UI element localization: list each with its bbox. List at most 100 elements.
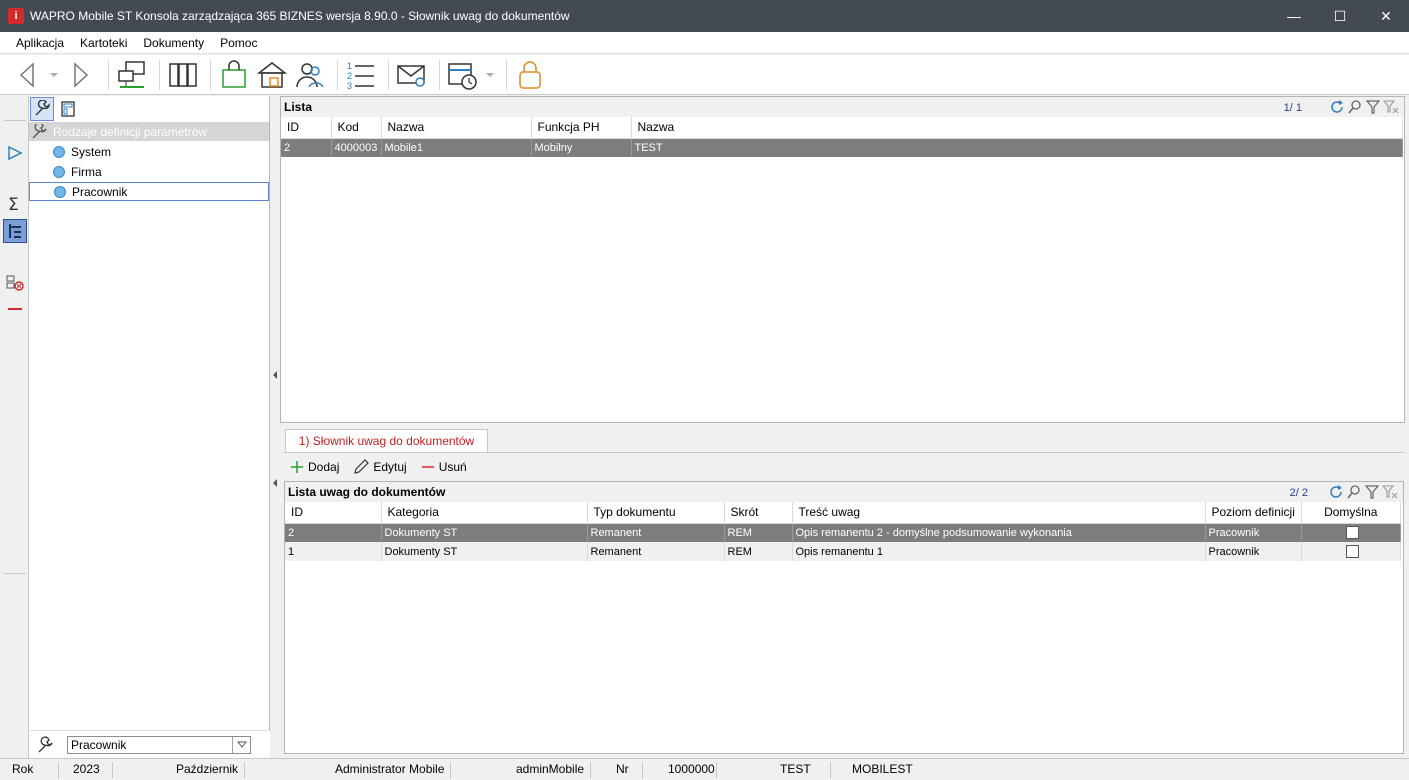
status-year-label: Rok [12,762,34,776]
refresh-icon[interactable] [1327,483,1345,501]
menu-bar: Aplikacja Kartoteki Dokumenty Pomoc [0,32,1409,54]
tab-slownik-uwag[interactable]: 1) Słownik uwag do dokumentów [285,429,488,452]
minus-icon [421,460,435,474]
circle-icon [53,165,65,178]
tab-calculator[interactable] [56,97,80,121]
window-title: WAPRO Mobile ST Konsola zarządzająca 365… [30,9,570,23]
column-header[interactable]: Treść uwag [792,502,1206,524]
svg-text:1: 1 [347,61,352,71]
maximize-button[interactable]: ☐ [1317,0,1363,32]
definition-level-select[interactable]: Pracownik [67,735,251,754]
tree-item-system[interactable]: System [29,142,269,161]
status-month: Październik [176,762,239,776]
column-header[interactable]: ID [281,117,332,139]
detail-tabs: 1) Słownik uwag do dokumentów [280,423,1405,452]
column-header[interactable]: Nazwa [381,117,532,139]
play-icon[interactable] [6,144,24,165]
panel-splitter[interactable] [270,96,280,758]
default-checkbox[interactable]: ✔ [1345,526,1359,540]
column-header[interactable]: Typ dokumentu [587,502,725,524]
upper-list-title: Lista [284,100,313,114]
users-icon[interactable] [293,58,327,92]
status-user: Administrator Mobile [335,762,445,776]
tree-root[interactable]: Rodzaje definicji parametrów [29,122,269,141]
menu-kartoteki[interactable]: Kartoteki [72,32,135,54]
tree-view-icon[interactable] [3,219,27,243]
tree-item-firma[interactable]: Firma [29,162,269,181]
warehouse-icon[interactable] [255,58,289,92]
circle-icon [54,185,66,198]
status-year: 2023 [73,762,100,776]
network-icon[interactable] [115,58,149,92]
menu-pomoc[interactable]: Pomoc [212,32,265,54]
menu-dokumenty[interactable]: Dokumenty [135,32,212,54]
calendar-clock-icon[interactable] [446,58,480,92]
collapse-left-icon[interactable] [273,368,277,379]
search-icon[interactable] [1345,483,1363,501]
add-button[interactable]: Dodaj [290,460,339,474]
close-button[interactable]: ✕ [1363,0,1409,32]
title-bar: i WAPRO Mobile ST Konsola zarządzająca 3… [0,0,1409,32]
back-arrow-icon[interactable] [10,58,44,92]
svg-text:2: 2 [347,71,352,81]
toolbar: 123 [0,55,1409,95]
column-header[interactable]: Kategoria [381,502,588,524]
column-header[interactable]: Skrót [724,502,793,524]
lower-list-table: ID Kategoria Typ dokumentu Skrót Treść u… [285,502,1401,561]
left-panel: Rodzaje definicji parametrów System Firm… [29,96,270,758]
clear-filter-icon[interactable] [1381,483,1399,501]
column-header[interactable]: Nazwa [631,117,1403,139]
menu-aplikacja[interactable]: Aplikacja [8,32,72,54]
shopping-bag-icon[interactable] [217,58,251,92]
record-counter: 2/ 2 [1289,487,1308,499]
calendar-dropdown-icon[interactable] [484,58,496,92]
column-header[interactable]: ID [285,502,382,524]
forward-arrow-icon[interactable] [64,58,98,92]
checklist-remove-icon[interactable] [6,274,24,295]
calculator-icon [61,101,75,117]
minimize-button[interactable]: — [1271,0,1317,32]
status-bar: Rok 2023 Październik Administrator Mobil… [0,758,1409,780]
record-counter: 1/ 1 [1283,102,1302,114]
tree-item-pracownik[interactable]: Pracownik [29,182,269,201]
delete-button[interactable]: Usuń [421,460,467,474]
column-header[interactable]: Domyślna [1301,502,1401,524]
default-checkbox[interactable] [1345,545,1359,558]
column-header[interactable]: Funkcja PH [531,117,632,139]
lower-list-panel: Lista uwag do dokumentów 2/ 2 ID Kategor… [284,481,1404,754]
filter-icon[interactable] [1364,98,1382,116]
table-row[interactable]: 1 Dokumenty ST Remanent REM Opis remanen… [285,542,1401,561]
minus-icon[interactable] [8,308,22,310]
status-login: adminMobile [516,762,585,776]
lock-icon[interactable] [513,58,547,92]
status-db: MOBILEST [852,762,913,776]
svg-text:Σ: Σ [8,195,19,214]
upper-list-table: ID Kod Nazwa Funkcja PH Nazwa 2 4000003 … [281,117,1403,157]
tree-root-label: Rodzaje definicji parametrów [53,124,208,139]
binders-icon[interactable] [166,58,200,92]
filter-icon[interactable] [1363,483,1381,501]
column-header[interactable]: Poziom definicji [1205,502,1302,524]
app-icon: i [8,8,24,24]
plus-icon [290,460,304,474]
column-header[interactable]: Kod [331,117,382,139]
clear-filter-icon[interactable] [1382,98,1400,116]
mail-icon[interactable] [395,58,429,92]
upper-list-panel: Lista 1/ 1 ID Kod Nazwa Funkcja PH Nazwa… [280,96,1405,423]
numbered-list-icon[interactable]: 123 [344,58,378,92]
search-icon[interactable] [1346,98,1364,116]
refresh-icon[interactable] [1328,98,1346,116]
chevron-down-icon[interactable] [232,736,250,753]
wrench-icon [37,735,55,754]
left-icon-strip: Σ [0,96,29,758]
svg-text:3: 3 [347,81,352,91]
tab-parameters-wrench[interactable] [30,97,54,121]
edit-button[interactable]: Edytuj [353,458,407,475]
table-row[interactable]: 2 4000003 Mobile1 Mobilny TEST [281,138,1403,157]
pencil-icon [353,458,370,475]
sum-icon[interactable]: Σ [7,194,23,217]
back-dropdown-icon[interactable] [48,58,60,92]
collapse-left-icon[interactable] [273,476,277,487]
action-bar: Dodaj Edytuj Usuń [284,452,1405,480]
table-row[interactable]: 2 Dokumenty ST Remanent REM Opis remanen… [285,523,1401,542]
